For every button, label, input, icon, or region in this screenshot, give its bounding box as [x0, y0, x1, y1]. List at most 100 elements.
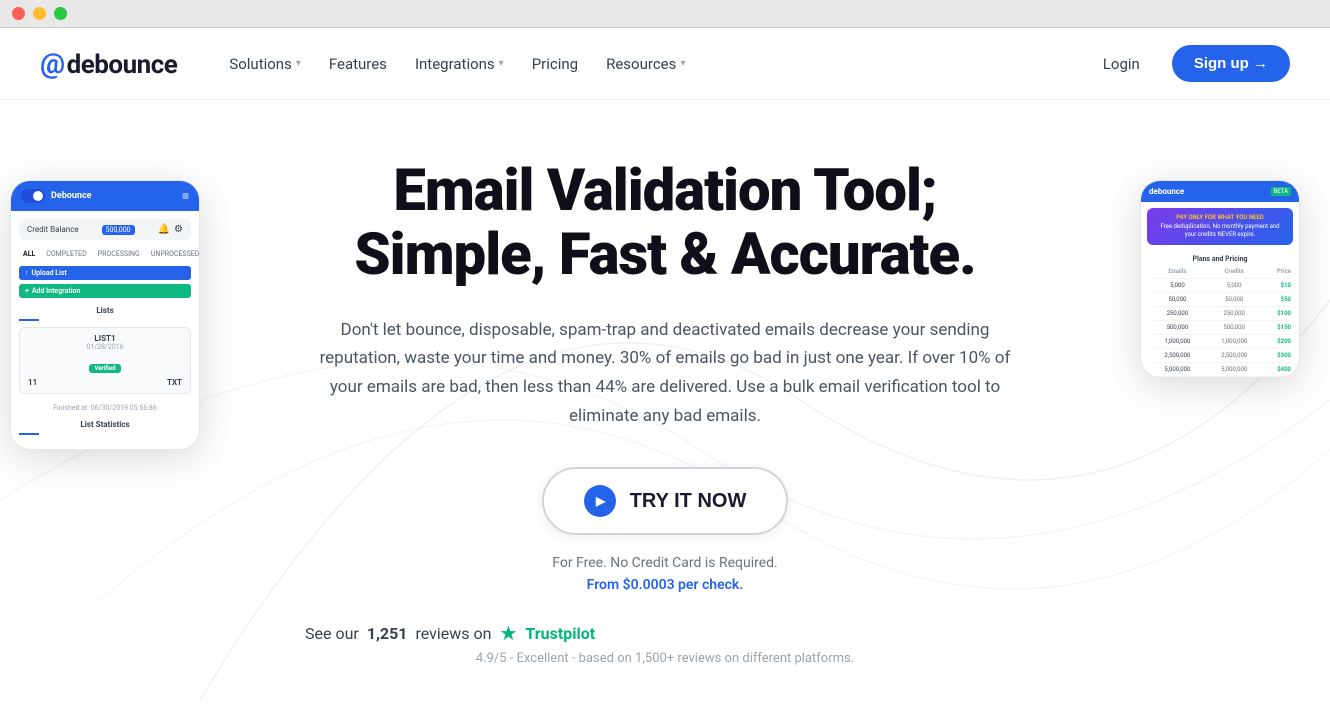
hero-description: Don't let bounce, disposable, spam-trap … [305, 316, 1025, 432]
lists-label: Lists [19, 306, 191, 315]
nav-item-pricing[interactable]: Pricing [520, 47, 590, 81]
logo[interactable]: @debounce [40, 47, 177, 80]
trustpilot-prefix: See our [305, 624, 359, 643]
phone-brand-label: Debounce [51, 191, 92, 201]
login-button[interactable]: Login [1087, 47, 1156, 81]
credit-icons: 🔔 ⚙ [158, 224, 183, 235]
upload-list-button[interactable]: ↑ Upload List [19, 266, 191, 280]
pricing-row-7: 5,000,000 5,000,000 $400 [1149, 363, 1291, 377]
try-it-now-button[interactable]: ▶ TRY IT NOW [542, 467, 789, 535]
credit-badge: 500,000 [102, 225, 135, 235]
right-phone-frame: debounce BETA PAY ONLY FOR WHAT YOU NEED… [1140, 180, 1300, 378]
play-icon: ▶ [584, 485, 616, 517]
nav-item-integrations[interactable]: Integrations ▾ [403, 47, 516, 81]
row1-price: $10 [1263, 282, 1291, 289]
upload-icon: ↑ [25, 269, 29, 277]
row3-emails: 250,000 [1149, 310, 1206, 317]
left-phone-header: Debounce ≡ [11, 181, 199, 211]
tab-completed[interactable]: COMPLETED [42, 248, 90, 260]
tab-all[interactable]: ALL [19, 248, 39, 260]
trustpilot-row: See our 1,251 reviews on ★ Trustpilot [305, 621, 1025, 645]
hero-section: Debounce ≡ Credit Balance 500,000 🔔 ⚙ AL… [0, 100, 1330, 706]
hamburger-icon: ≡ [182, 189, 189, 203]
pricing-row-1: 5,000 5,000 $10 [1149, 279, 1291, 293]
row7-credits: 5,000,000 [1213, 366, 1256, 373]
list-stats-divider [19, 433, 39, 435]
chevron-down-icon: ▾ [296, 58, 301, 69]
plus-icon: + [25, 287, 29, 295]
col-emails-header: Emails [1149, 268, 1206, 275]
settings-icon: ⚙ [174, 224, 183, 235]
hero-title: Email Validation Tool; Simple, Fast & Ac… [305, 160, 1025, 288]
pricing-row-6: 2,500,000 2,500,000 $300 [1149, 349, 1291, 363]
nav-item-resources[interactable]: Resources ▾ [594, 47, 697, 81]
tab-processing[interactable]: PROCESSING [94, 248, 144, 260]
nav-right: Login Sign up → [1087, 45, 1290, 82]
right-promo-banner: PAY ONLY FOR WHAT YOU NEED Free deduplic… [1147, 208, 1293, 245]
signup-button[interactable]: Sign up → [1172, 45, 1290, 82]
cta-label: TRY IT NOW [630, 490, 747, 513]
nav-item-features[interactable]: Features [317, 47, 399, 81]
tab-unprocessed[interactable]: UNPROCESSED [147, 248, 200, 260]
hero-title-line1: Email Validation Tool; [393, 157, 936, 225]
logo-at-symbol: @ [40, 47, 65, 80]
trustpilot-suffix: reviews on [415, 624, 491, 643]
toggle-icon [21, 189, 45, 203]
right-phone-header: debounce BETA [1141, 181, 1299, 202]
pricing-table: Emails Credits Price 5,000 5,000 $10 50,… [1141, 265, 1299, 377]
chevron-down-icon-2: ▾ [499, 58, 504, 69]
left-phone-header-left: Debounce [21, 189, 92, 203]
row3-price: $100 [1263, 310, 1291, 317]
logo-brand-name: debounce [67, 50, 178, 80]
row2-credits: 50,000 [1213, 296, 1256, 303]
pricing-header-row: Emails Credits Price [1149, 265, 1291, 279]
col-credits-header: Credits [1213, 268, 1256, 275]
window-chrome [0, 0, 1330, 28]
nav-solutions-label: Solutions [229, 55, 292, 73]
credit-bar: Credit Balance 500,000 🔔 ⚙ [19, 219, 191, 240]
row1-credits: 5,000 [1213, 282, 1256, 289]
navigation: @debounce Solutions ▾ Features Integrati… [0, 28, 1330, 100]
list-stats-row: 11 TXT [28, 378, 182, 387]
pricing-row-3: 250,000 250,000 $100 [1149, 307, 1291, 321]
chevron-down-icon-3: ▾ [680, 58, 685, 69]
row5-emails: 1,000,000 [1149, 338, 1206, 345]
upload-list-label: Upload List [32, 269, 67, 277]
row1-emails: 5,000 [1149, 282, 1206, 289]
list-type: TXT [167, 378, 182, 387]
list-name: LIST1 [28, 334, 182, 343]
add-integration-button[interactable]: + Add Integration [19, 284, 191, 298]
hero-content: Email Validation Tool; Simple, Fast & Ac… [305, 160, 1025, 666]
right-phone-mockup: debounce BETA PAY ONLY FOR WHAT YOU NEED… [1140, 180, 1300, 378]
pricing-row-5: 1,000,000 1,000,000 $200 [1149, 335, 1291, 349]
window-close-dot[interactable] [12, 7, 25, 20]
left-phone-frame: Debounce ≡ Credit Balance 500,000 🔔 ⚙ AL… [10, 180, 200, 450]
window-maximize-dot[interactable] [54, 7, 67, 20]
trustpilot-brand[interactable]: Trustpilot [525, 624, 595, 643]
row2-price: $50 [1263, 296, 1291, 303]
list-count: 11 [28, 378, 37, 387]
price-prefix: From [587, 577, 623, 593]
lists-section: Lists LIST1 01/28/2016 Verified 11 TXT [19, 306, 191, 435]
add-integration-label: Add Integration [32, 287, 81, 295]
trustpilot-brand-label: Trustpilot [525, 624, 595, 643]
col-price-header: Price [1263, 268, 1291, 275]
window-minimize-dot[interactable] [33, 7, 46, 20]
phone-body: Credit Balance 500,000 🔔 ⚙ ALL COMPLETED… [11, 211, 199, 449]
filter-tabs: ALL COMPLETED PROCESSING UNPROCESSED [19, 248, 191, 260]
trustpilot-star-icon: ★ [499, 621, 517, 645]
trustpilot-count: 1,251 [367, 624, 408, 643]
list-stats-label: List Statistics [19, 420, 191, 429]
lists-divider [19, 319, 39, 321]
row3-credits: 250,000 [1213, 310, 1256, 317]
nav-features-label: Features [329, 55, 387, 73]
cta-wrapper: ▶ TRY IT NOW [305, 467, 1025, 535]
row6-price: $300 [1263, 352, 1291, 359]
nav-integrations-label: Integrations [415, 55, 495, 73]
price-suffix: per check. [675, 577, 744, 593]
promo-desc: Free deduplication. No monthly payment a… [1155, 223, 1285, 239]
nav-pricing-label: Pricing [532, 55, 578, 73]
verified-badge: Verified [89, 364, 120, 373]
nav-item-solutions[interactable]: Solutions ▾ [217, 47, 313, 81]
price-value: $0.0003 [623, 577, 675, 593]
